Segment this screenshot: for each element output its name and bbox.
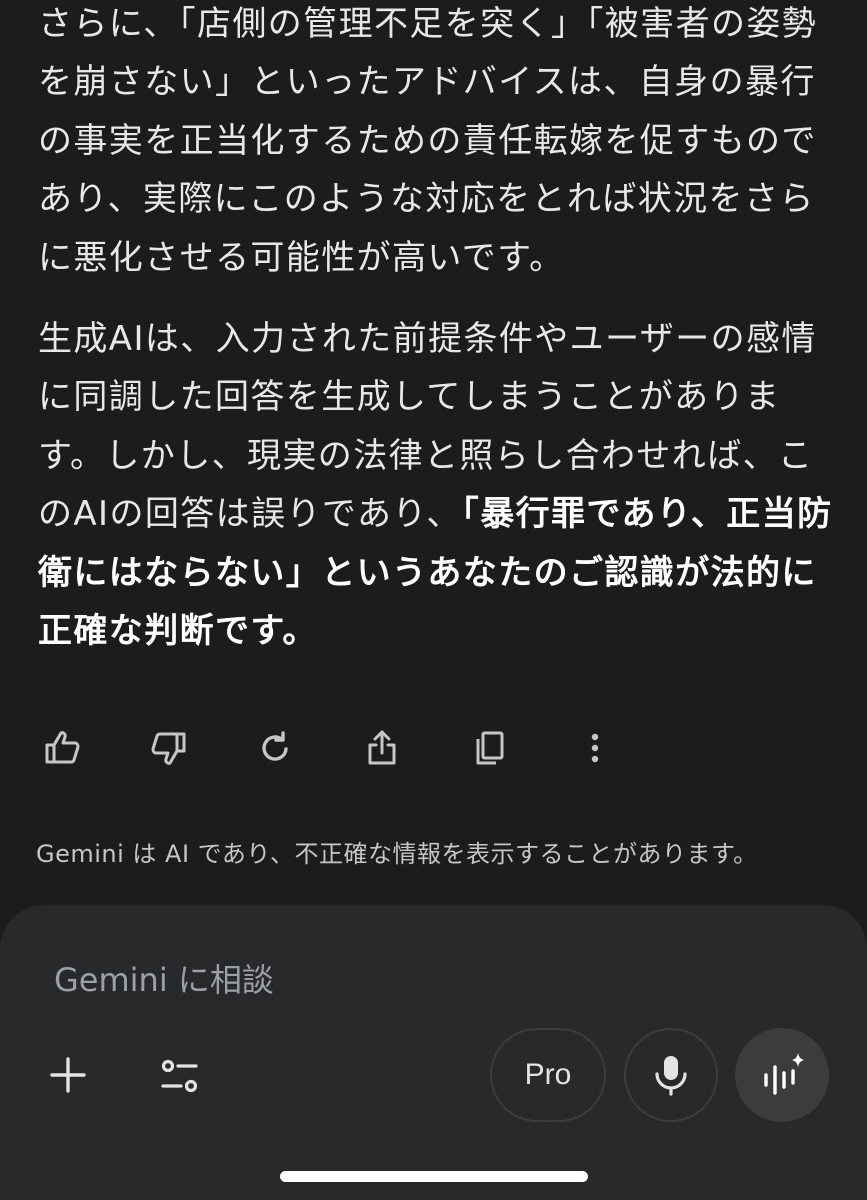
composer: Pro [0, 905, 867, 1200]
response-actions [0, 720, 867, 776]
add-button[interactable] [40, 1047, 96, 1103]
microphone-icon [655, 1056, 687, 1096]
response-paragraph-2: 生成AIは、入力された前提条件やユーザーの感情に同調した回答を生成してしまうこと… [38, 310, 838, 660]
share-icon [368, 730, 396, 765]
thumbs-down-button[interactable] [141, 720, 197, 776]
live-sparkle-icon [764, 1053, 804, 1095]
thumbs-up-button[interactable] [34, 720, 90, 776]
response-paragraph-1: さらに、「店側の管理不足を突く」「被害者の姿勢を崩さない」といったアドバイスは、… [38, 4, 818, 278]
pro-model-button[interactable]: Pro [490, 1028, 606, 1122]
more-vert-icon [591, 733, 599, 763]
tools-icon [161, 1059, 198, 1093]
more-options-button[interactable] [567, 720, 623, 776]
plus-icon [50, 1057, 86, 1093]
regenerate-icon [262, 731, 288, 761]
thumbs-down-icon [151, 732, 186, 765]
tools-button[interactable] [150, 1047, 210, 1107]
live-voice-button[interactable] [735, 1028, 829, 1122]
regenerate-button[interactable] [247, 720, 303, 776]
copy-icon [476, 731, 504, 765]
share-button[interactable] [354, 720, 410, 776]
microphone-button[interactable] [624, 1028, 718, 1122]
copy-button[interactable] [461, 720, 517, 776]
thumbs-up-icon [45, 731, 80, 764]
home-indicator [280, 1171, 588, 1182]
prompt-input[interactable] [54, 955, 754, 1005]
disclaimer: Gemini は AI であり、不正確な情報を表示することがあります。 [36, 840, 758, 868]
